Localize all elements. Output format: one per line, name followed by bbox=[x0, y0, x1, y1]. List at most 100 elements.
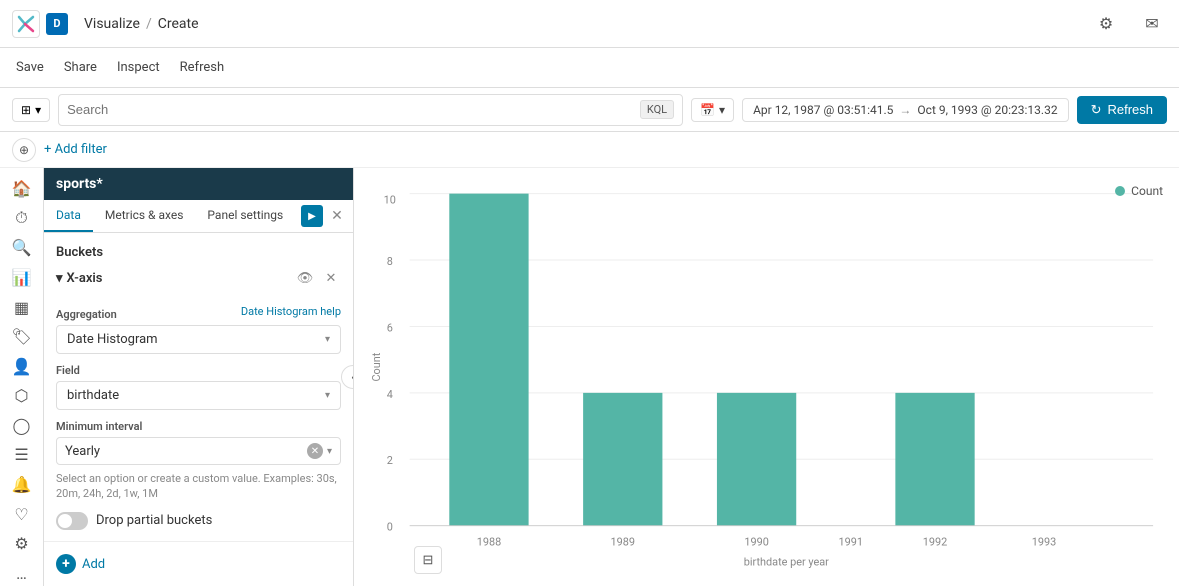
logo-area: D bbox=[12, 10, 68, 38]
aggregation-label: Aggregation bbox=[56, 308, 117, 321]
legend-dot bbox=[1115, 186, 1125, 196]
top-icons: ⚙ ✉ bbox=[1091, 9, 1167, 39]
field-value: birthdate bbox=[67, 388, 119, 403]
date-filter[interactable]: 📅 ▾ bbox=[691, 98, 734, 122]
svg-text:1989: 1989 bbox=[611, 536, 635, 549]
y-axis-label: Count bbox=[370, 352, 383, 381]
refresh-button[interactable]: ↻ Refresh bbox=[1077, 96, 1167, 124]
grid-icon[interactable]: ▦ bbox=[4, 294, 40, 320]
index-selector[interactable]: ⊞ ▾ bbox=[12, 98, 50, 122]
tab-metrics-axes[interactable]: Metrics & axes bbox=[93, 200, 196, 232]
svg-text:1990: 1990 bbox=[744, 536, 768, 549]
panel-content: Buckets ▾ X-axis 👁 ✕ Aggregation Date Hi… bbox=[44, 233, 353, 541]
chart-svg: 0 2 4 6 8 10 Count bbox=[370, 184, 1163, 570]
x-axis-text: X-axis bbox=[67, 271, 103, 286]
person-icon[interactable]: 👤 bbox=[4, 353, 40, 379]
date-filter-dropdown: ▾ bbox=[719, 103, 725, 117]
bar-chart-icon[interactable]: 📊 bbox=[4, 265, 40, 291]
nav-refresh[interactable]: Refresh bbox=[180, 52, 224, 83]
min-interval-label: Minimum interval bbox=[56, 420, 341, 433]
breadcrumb-current: Create bbox=[158, 16, 199, 32]
panel-title: sports* bbox=[56, 176, 103, 192]
x-axis-chevron-icon[interactable]: ▾ bbox=[56, 271, 63, 286]
search-bar: ⊞ ▾ KQL 📅 ▾ Apr 12, 1987 @ 03:51:41.5 → … bbox=[0, 88, 1179, 132]
aggregation-help-link[interactable]: Date Histogram help bbox=[241, 305, 341, 318]
user-avatar[interactable]: D bbox=[46, 13, 68, 35]
close-panel-button[interactable]: ✕ bbox=[329, 208, 345, 224]
heart-icon[interactable]: ♡ bbox=[4, 501, 40, 527]
interval-value: Yearly bbox=[65, 444, 307, 459]
date-start: Apr 12, 1987 @ 03:51:41.5 bbox=[753, 103, 893, 117]
date-arrow: → bbox=[899, 103, 911, 117]
breadcrumb-parent[interactable]: Visualize bbox=[84, 16, 140, 32]
kql-badge[interactable]: KQL bbox=[640, 100, 674, 119]
search-input-area[interactable]: KQL bbox=[58, 94, 683, 126]
bar-1992 bbox=[895, 393, 974, 526]
chart-area: Count 0 2 4 6 8 10 Count bbox=[354, 168, 1179, 586]
date-range[interactable]: Apr 12, 1987 @ 03:51:41.5 → Oct 9, 1993 … bbox=[742, 98, 1068, 122]
tab-data[interactable]: Data bbox=[44, 200, 93, 232]
index-dropdown-icon: ▾ bbox=[35, 103, 41, 117]
add-section: + Add bbox=[44, 541, 353, 586]
mail-icon[interactable]: ✉ bbox=[1137, 9, 1167, 39]
top-bar: D Visualize / Create ⚙ ✉ bbox=[0, 0, 1179, 48]
app-logo bbox=[12, 10, 40, 38]
remove-icon[interactable]: ✕ bbox=[321, 268, 341, 288]
apply-changes-button[interactable]: ▶ bbox=[301, 205, 323, 227]
svg-text:8: 8 bbox=[387, 255, 393, 268]
tag-icon[interactable]: 🏷 bbox=[4, 324, 40, 350]
search-input[interactable] bbox=[67, 102, 640, 117]
svg-text:0: 0 bbox=[387, 521, 393, 534]
alert-icon[interactable]: 🔔 bbox=[4, 472, 40, 498]
bar-1990 bbox=[717, 393, 796, 526]
field-label: Field bbox=[56, 364, 341, 377]
nav-bar: Save Share Inspect Refresh bbox=[0, 48, 1179, 88]
panel-tab-actions: ▶ Apply changes ✕ bbox=[301, 205, 353, 227]
breadcrumb-separator: / bbox=[146, 16, 152, 32]
breadcrumb: Visualize / Create bbox=[84, 16, 199, 32]
x-axis-actions: 👁 ✕ bbox=[295, 268, 341, 288]
drop-partial-toggle[interactable] bbox=[56, 512, 88, 530]
add-label: Add bbox=[82, 557, 105, 572]
nav-inspect[interactable]: Inspect bbox=[117, 52, 160, 83]
gear-settings-icon[interactable]: ⚙ bbox=[4, 531, 40, 557]
field-select[interactable]: birthdate ▾ bbox=[56, 381, 341, 410]
drop-partial-row: Drop partial buckets bbox=[56, 512, 341, 530]
tab-panel-settings[interactable]: Panel settings bbox=[195, 200, 295, 232]
settings-icon[interactable]: ⚙ bbox=[1091, 9, 1121, 39]
filter-icon-btn[interactable]: ⊕ bbox=[12, 138, 36, 162]
table-view-icon[interactable]: ⊟ bbox=[414, 546, 442, 574]
panel-tabs: Data Metrics & axes Panel settings ▶ App… bbox=[44, 200, 353, 233]
nav-save[interactable]: Save bbox=[16, 52, 44, 83]
drop-partial-label: Drop partial buckets bbox=[96, 513, 212, 528]
add-filter-button[interactable]: + Add filter bbox=[44, 142, 107, 157]
aggregation-chevron: ▾ bbox=[325, 334, 330, 345]
svg-text:1991: 1991 bbox=[839, 536, 863, 549]
visibility-icon[interactable]: 👁 bbox=[295, 268, 315, 288]
more-icon[interactable]: … bbox=[4, 561, 40, 586]
field-chevron: ▾ bbox=[325, 390, 330, 401]
bar-1988 bbox=[449, 194, 528, 526]
aggregation-select[interactable]: Date Histogram ▾ bbox=[56, 325, 341, 354]
toggle-knob bbox=[58, 514, 72, 528]
chart-toolbar: ⊟ bbox=[414, 546, 442, 574]
user-circle-icon[interactable]: ◯ bbox=[4, 413, 40, 439]
index-icon: ⊞ bbox=[21, 103, 31, 117]
date-end: Oct 9, 1993 @ 20:23:13.32 bbox=[917, 103, 1057, 117]
nav-share[interactable]: Share bbox=[64, 52, 97, 83]
search-icon[interactable]: 🔍 bbox=[4, 235, 40, 261]
interval-select[interactable]: Yearly ✕ ▾ bbox=[56, 437, 341, 465]
puzzle-icon[interactable]: ⬡ bbox=[4, 383, 40, 409]
refresh-label: Refresh bbox=[1107, 102, 1153, 117]
home-icon[interactable]: 🏠 bbox=[4, 176, 40, 202]
add-button[interactable]: + Add bbox=[56, 554, 105, 574]
x-axis-label: birthdate per year bbox=[744, 555, 829, 568]
clock-icon[interactable]: ⏱ bbox=[4, 206, 40, 232]
interval-clear-button[interactable]: ✕ bbox=[307, 443, 323, 459]
layers-icon[interactable]: ☰ bbox=[4, 442, 40, 468]
filter-bar: ⊕ + Add filter bbox=[0, 132, 1179, 168]
main-layout: 🏠 ⏱ 🔍 📊 ▦ 🏷 👤 ⬡ ◯ ☰ 🔔 ♡ ⚙ … sports* Data… bbox=[0, 168, 1179, 586]
svg-text:6: 6 bbox=[387, 321, 393, 334]
svg-text:1988: 1988 bbox=[477, 536, 501, 549]
left-sidebar: 🏠 ⏱ 🔍 📊 ▦ 🏷 👤 ⬡ ◯ ☰ 🔔 ♡ ⚙ … bbox=[0, 168, 44, 586]
